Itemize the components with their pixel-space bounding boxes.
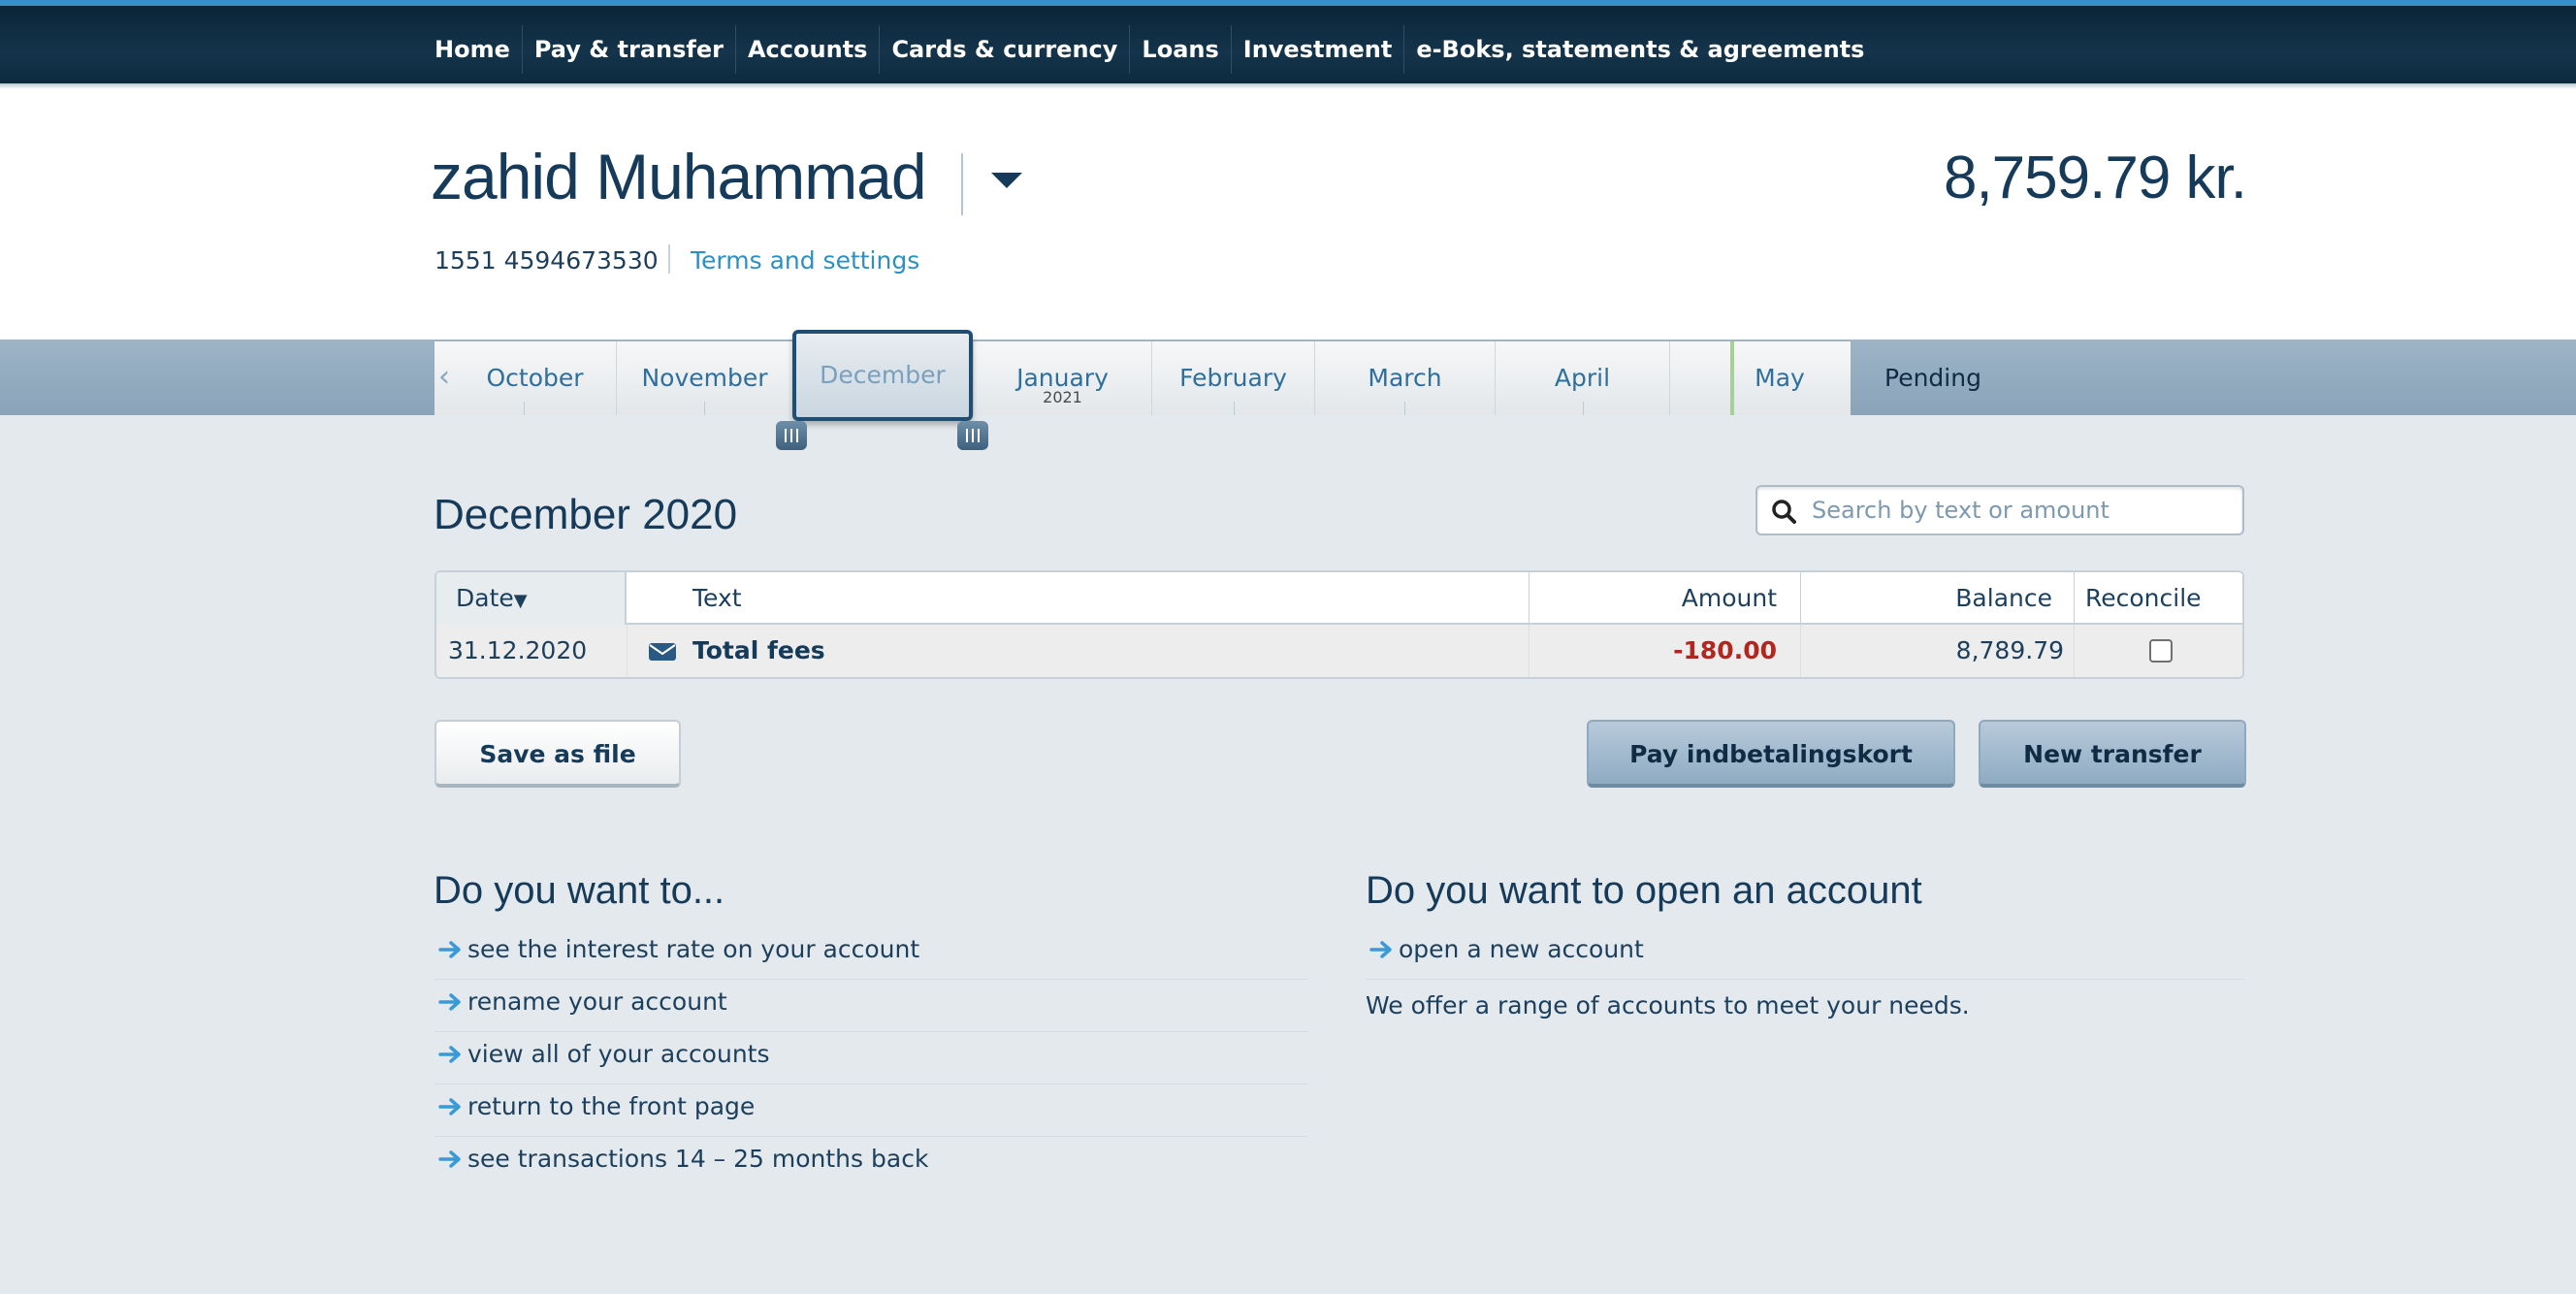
row-balance: 8,789.79 — [1955, 636, 2064, 664]
table-row[interactable]: 31.12.2020 Total fees -180.00 8,789.79 — [436, 625, 2242, 677]
tab-label: November — [641, 364, 768, 392]
arrow-right-icon — [438, 941, 461, 958]
list-item[interactable]: open a new account — [1366, 927, 2244, 980]
top-navigation: Home Pay & transfer Accounts Cards & cur… — [0, 0, 2576, 83]
sort-desc-icon: ▼ — [513, 591, 528, 611]
nav-pay-transfer[interactable]: Pay & transfer — [523, 25, 736, 74]
column-divider — [1800, 625, 1801, 677]
tab-october[interactable]: October — [435, 341, 617, 415]
nav-cards-currency[interactable]: Cards & currency — [880, 25, 1131, 74]
tab-tick — [524, 402, 525, 415]
tab-march[interactable]: March — [1315, 341, 1496, 415]
column-divider — [1529, 572, 1530, 625]
column-divider — [2074, 572, 2075, 625]
column-header-text[interactable]: Text — [692, 572, 742, 625]
nav-eboks-statements[interactable]: e-Boks, statements & agreements — [1404, 25, 1876, 74]
save-as-file-button[interactable]: Save as file — [435, 720, 681, 788]
row-amount: -180.00 — [1673, 636, 1777, 664]
name-divider — [961, 153, 963, 215]
column-divider — [1529, 625, 1530, 677]
tab-tick — [1234, 402, 1235, 415]
tab-pending[interactable]: Pending — [1851, 341, 2015, 415]
tab-label: April — [1554, 364, 1611, 392]
link-rename-account[interactable]: rename your account — [467, 987, 727, 1016]
tab-label: February — [1179, 364, 1287, 392]
tab-december-selected[interactable]: December — [792, 330, 973, 421]
link-view-all-accounts[interactable]: view all of your accounts — [467, 1040, 770, 1068]
search-input[interactable] — [1812, 487, 2229, 534]
column-header-date[interactable]: Date▼ — [456, 572, 528, 625]
tab-november[interactable]: November — [617, 341, 793, 415]
link-front-page[interactable]: return to the front page — [467, 1092, 755, 1120]
nav-loans[interactable]: Loans — [1130, 25, 1232, 74]
tab-tick — [1404, 402, 1405, 415]
range-end-handle[interactable] — [957, 421, 988, 450]
nav-investment[interactable]: Investment — [1232, 25, 1405, 74]
search-box — [1755, 485, 2244, 535]
tab-label: December — [820, 361, 946, 389]
link-older-transactions[interactable]: see transactions 14 – 25 months back — [467, 1145, 928, 1173]
arrow-right-icon — [438, 1098, 461, 1116]
column-divider — [627, 625, 628, 677]
tab-label: May — [1755, 364, 1805, 392]
nav-home[interactable]: Home — [427, 25, 523, 74]
pay-indbetalingskort-button[interactable]: Pay indbetalingskort — [1587, 720, 1955, 788]
tab-label: March — [1368, 364, 1442, 392]
reconcile-checkbox[interactable] — [2149, 639, 2173, 663]
arrow-right-icon — [1369, 941, 1392, 958]
account-number: 1551 4594673530 — [435, 246, 659, 275]
tab-year: 2021 — [1043, 388, 1082, 406]
want-to-heading: Do you want to... — [434, 869, 725, 912]
row-text[interactable]: Total fees — [692, 625, 825, 677]
previous-months-chevron-left-icon[interactable]: ‹ — [438, 363, 452, 392]
link-interest-rate[interactable]: see the interest rate on your account — [467, 935, 919, 963]
arrow-right-icon — [438, 993, 461, 1011]
open-account-description: We offer a range of accounts to meet you… — [1366, 991, 1970, 1019]
tab-tick — [1583, 402, 1584, 415]
account-info-divider — [668, 244, 670, 274]
link-open-new-account[interactable]: open a new account — [1399, 935, 1644, 963]
list-item[interactable]: view all of your accounts — [435, 1032, 1307, 1084]
account-name: zahid Muhammad — [431, 141, 927, 212]
month-tabs: October November January 2021 February M… — [435, 341, 1851, 415]
search-icon — [1772, 500, 1796, 524]
tab-label: October — [486, 364, 584, 392]
open-account-heading: Do you want to open an account — [1366, 869, 1922, 912]
tab-tick — [704, 402, 705, 415]
arrow-right-icon — [438, 1150, 461, 1168]
page-title: December 2020 — [434, 491, 738, 538]
account-header: zahid Muhammad 8,759.79 kr. 1551 4594673… — [0, 89, 2576, 340]
column-divider — [2074, 625, 2075, 677]
transactions-table: Date▼ Text Amount Balance Reconcile 31.1… — [435, 570, 2244, 679]
table-header: Date▼ Text Amount Balance Reconcile — [436, 572, 2242, 625]
row-date: 31.12.2020 — [448, 636, 588, 664]
column-header-amount[interactable]: Amount — [1682, 572, 1777, 625]
tab-may[interactable]: May — [1670, 341, 1851, 415]
tab-april[interactable]: April — [1496, 341, 1670, 415]
nav-items: Home Pay & transfer Accounts Cards & cur… — [427, 25, 1876, 74]
account-switch-chevron-down-icon[interactable] — [991, 173, 1022, 188]
current-month-marker — [1730, 341, 1734, 415]
column-header-date-label: Date — [456, 584, 514, 612]
envelope-icon — [649, 643, 676, 661]
account-balance: 8,759.79 kr. — [1943, 145, 2247, 211]
range-start-handle[interactable] — [776, 421, 807, 450]
terms-and-settings-link[interactable]: Terms and settings — [691, 246, 919, 275]
new-transfer-button[interactable]: New transfer — [1979, 720, 2246, 788]
nav-accounts[interactable]: Accounts — [736, 25, 881, 74]
list-item[interactable]: see transactions 14 – 25 months back — [435, 1137, 1307, 1189]
column-divider — [1800, 572, 1801, 625]
list-item[interactable]: return to the front page — [435, 1084, 1307, 1137]
arrow-right-icon — [438, 1046, 461, 1063]
tab-february[interactable]: February — [1152, 341, 1315, 415]
tab-january[interactable]: January 2021 — [974, 341, 1152, 415]
column-header-reconcile: Reconcile — [2085, 584, 2202, 612]
list-item[interactable]: see the interest rate on your account — [435, 927, 1307, 980]
column-header-balance[interactable]: Balance — [1955, 572, 2052, 625]
list-item[interactable]: rename your account — [435, 980, 1307, 1032]
